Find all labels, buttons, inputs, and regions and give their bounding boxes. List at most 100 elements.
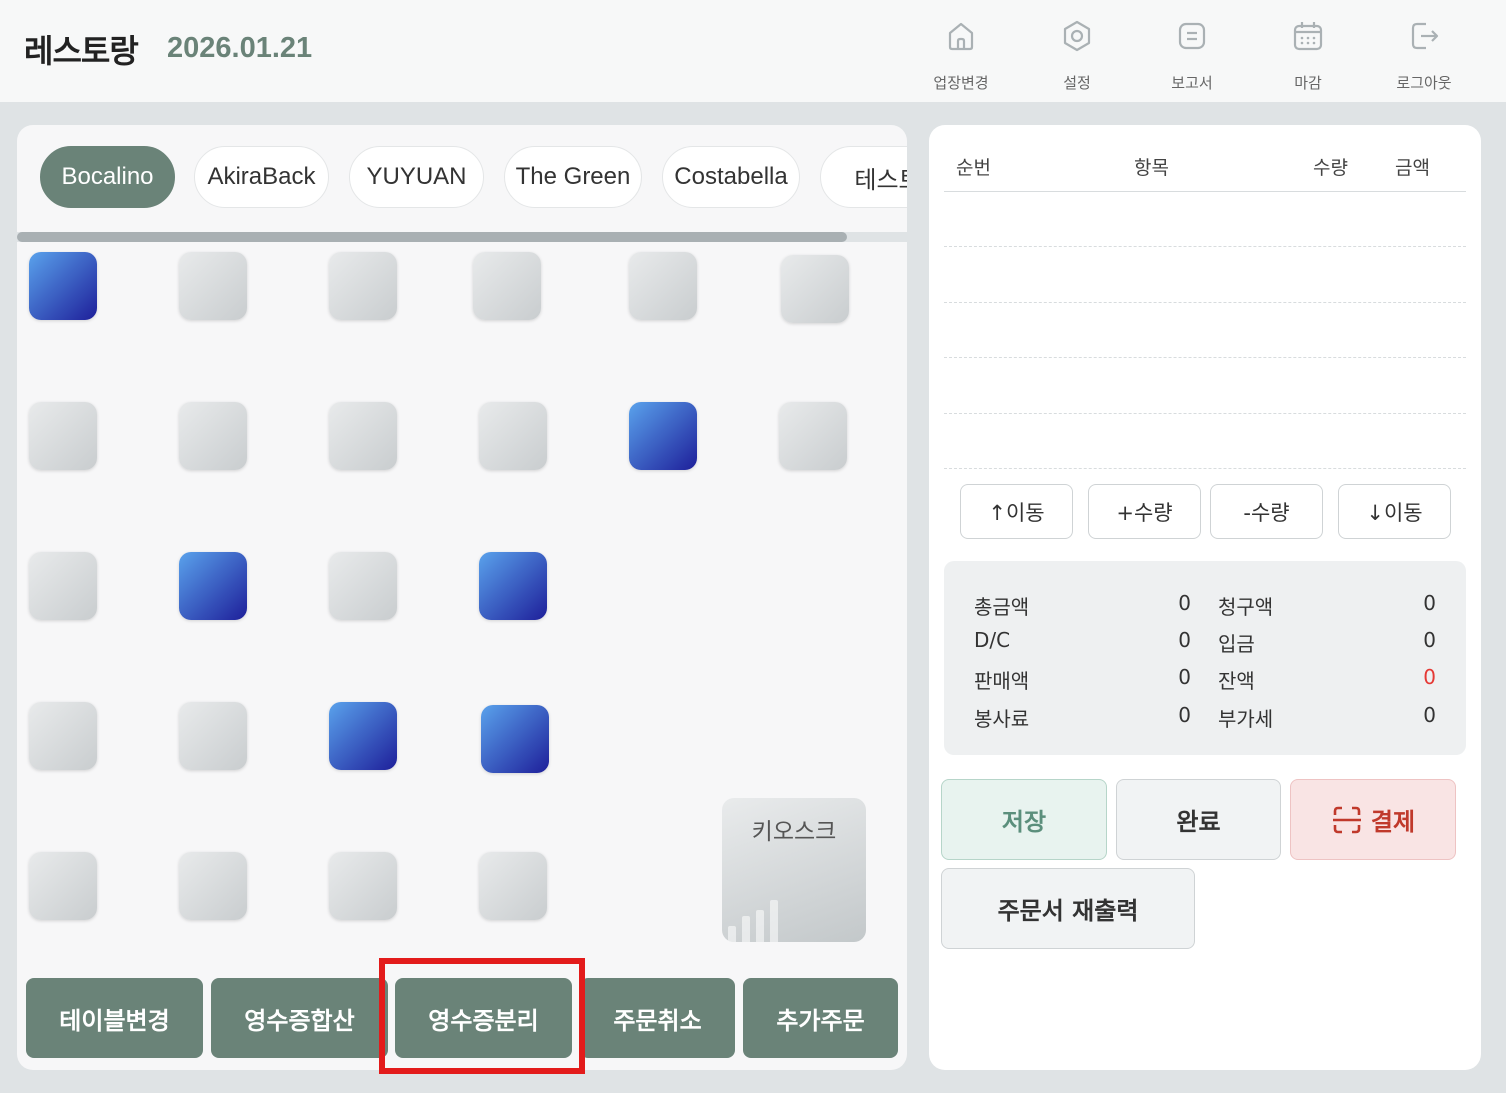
tab-the-green[interactable]: The Green xyxy=(504,146,642,208)
tab-bocalino[interactable]: Bocalino xyxy=(40,146,175,208)
table-tile[interactable] xyxy=(479,402,547,470)
pay-button[interactable]: 결제 xyxy=(1290,779,1456,860)
complete-button[interactable]: 완료 xyxy=(1116,779,1281,860)
service-value: 0 xyxy=(1178,703,1191,727)
pay-label: 결제 xyxy=(1370,808,1416,836)
nav-label: 로그아웃 xyxy=(1396,74,1452,92)
balance-value: 0 xyxy=(1423,665,1436,689)
total-value: 0 xyxy=(1178,591,1191,615)
billed-value: 0 xyxy=(1423,591,1436,615)
venue-tabs: Bocalino AkiraBack YUYUAN The Green Cost… xyxy=(40,146,907,210)
top-header: 레스토랑 2026.01.21 업장변경 설정 보고서 마감 로그아웃 xyxy=(0,0,1506,102)
report-icon xyxy=(1178,22,1206,50)
table-tile[interactable] xyxy=(629,402,697,470)
scan-icon xyxy=(1332,806,1361,833)
move-down-button[interactable]: ↓이동 xyxy=(1338,484,1451,539)
reprint-label: 주문서 재출력 xyxy=(997,897,1139,925)
app-title: 레스토랑 xyxy=(24,32,139,70)
order-row[interactable] xyxy=(944,246,1466,247)
nav-settings-button[interactable]: 설정 xyxy=(1027,18,1127,93)
vat-label: 부가세 xyxy=(1218,707,1274,731)
move-up-button[interactable]: ↑이동 xyxy=(960,484,1073,539)
nav-logout-button[interactable]: 로그아웃 xyxy=(1374,18,1474,93)
cancel-order-button[interactable]: 주문취소 xyxy=(580,978,735,1058)
deposit-value: 0 xyxy=(1423,628,1436,652)
nav-label: 마감 xyxy=(1294,74,1322,92)
decrease-qty-button[interactable]: -수량 xyxy=(1210,484,1323,539)
kiosk-tile[interactable]: 키오스크 xyxy=(722,798,866,942)
nav-label: 보고서 xyxy=(1171,74,1213,92)
logout-icon xyxy=(1411,22,1439,50)
increase-qty-button[interactable]: +수량 xyxy=(1088,484,1201,539)
order-row[interactable] xyxy=(944,468,1466,469)
additional-order-button[interactable]: 추가주문 xyxy=(743,978,898,1058)
table-tile[interactable] xyxy=(179,402,247,470)
deposit-label: 입금 xyxy=(1218,632,1255,656)
order-row[interactable] xyxy=(944,302,1466,303)
dc-label: D/C xyxy=(974,628,1011,652)
nav-label: 설정 xyxy=(1063,74,1091,92)
table-tile[interactable] xyxy=(479,852,547,920)
settings-icon xyxy=(1063,20,1091,52)
table-tile[interactable] xyxy=(479,552,547,620)
tab-test[interactable]: 테스트 xyxy=(820,146,907,208)
vat-value: 0 xyxy=(1423,703,1436,727)
save-button[interactable]: 저장 xyxy=(941,779,1107,860)
order-row[interactable] xyxy=(944,413,1466,414)
tab-scrollbar-thumb[interactable] xyxy=(17,232,847,242)
table-tile[interactable] xyxy=(481,705,549,773)
table-tile[interactable] xyxy=(29,702,97,770)
table-tile[interactable] xyxy=(473,252,541,320)
nav-closing-button[interactable]: 마감 xyxy=(1258,18,1358,93)
payment-summary: 총금액 0 청구액 0 D/C 0 입금 0 판매액 0 잔액 0 봉사료 0 … xyxy=(944,561,1466,755)
highlight-box xyxy=(379,958,585,1074)
total-label: 총금액 xyxy=(974,595,1030,619)
tab-akiraback[interactable]: AkiraBack xyxy=(194,146,329,208)
table-tile[interactable] xyxy=(779,402,847,470)
table-layout-panel: Bocalino AkiraBack YUYUAN The Green Cost… xyxy=(17,125,907,1070)
order-panel: 순번 항목 수량 금액 ↑이동 +수량 -수량 ↓이동 총금액 0 청구액 0 … xyxy=(929,125,1481,1070)
column-header-amount: 금액 xyxy=(1395,157,1430,179)
table-tile[interactable] xyxy=(329,402,397,470)
table-tile[interactable] xyxy=(329,702,397,770)
tab-yuyuan[interactable]: YUYUAN xyxy=(349,146,484,208)
table-tile[interactable] xyxy=(179,252,247,320)
complete-label: 완료 xyxy=(1176,808,1221,836)
table-tile[interactable] xyxy=(179,852,247,920)
table-tile[interactable] xyxy=(629,252,697,320)
balance-label: 잔액 xyxy=(1218,669,1255,693)
service-label: 봉사료 xyxy=(974,707,1030,731)
business-date: 2026.01.21 xyxy=(167,32,313,64)
table-tile[interactable] xyxy=(781,255,849,323)
kiosk-label: 키오스크 xyxy=(751,819,837,845)
table-tile[interactable] xyxy=(179,552,247,620)
dc-value: 0 xyxy=(1178,628,1191,652)
tab-costabella[interactable]: Costabella xyxy=(662,146,800,208)
save-label: 저장 xyxy=(1001,808,1047,836)
column-header-item: 항목 xyxy=(1134,157,1169,179)
nav-report-button[interactable]: 보고서 xyxy=(1142,18,1242,93)
home-icon xyxy=(948,22,974,51)
table-tile[interactable] xyxy=(29,252,97,320)
merge-receipt-button[interactable]: 영수증합산 xyxy=(211,978,388,1058)
sales-label: 판매액 xyxy=(974,669,1030,693)
nav-label: 업장변경 xyxy=(933,74,989,92)
order-table-header: 순번 항목 수량 금액 xyxy=(944,125,1466,192)
reprint-order-button[interactable]: 주문서 재출력 xyxy=(941,868,1195,949)
table-tile[interactable] xyxy=(29,402,97,470)
signal-bars-icon xyxy=(728,900,778,942)
table-tile[interactable] xyxy=(29,852,97,920)
table-tile[interactable] xyxy=(179,702,247,770)
table-tile[interactable] xyxy=(329,852,397,920)
nav-change-venue-button[interactable]: 업장변경 xyxy=(911,18,1011,93)
table-tile[interactable] xyxy=(329,552,397,620)
table-tile[interactable] xyxy=(329,252,397,320)
calendar-icon xyxy=(1293,22,1323,51)
table-tile[interactable] xyxy=(29,552,97,620)
sales-value: 0 xyxy=(1178,665,1191,689)
billed-label: 청구액 xyxy=(1218,595,1274,619)
change-table-button[interactable]: 테이블변경 xyxy=(26,978,203,1058)
order-row[interactable] xyxy=(944,357,1466,358)
column-header-qty: 수량 xyxy=(1313,157,1348,179)
column-header-seq: 순번 xyxy=(956,157,991,179)
